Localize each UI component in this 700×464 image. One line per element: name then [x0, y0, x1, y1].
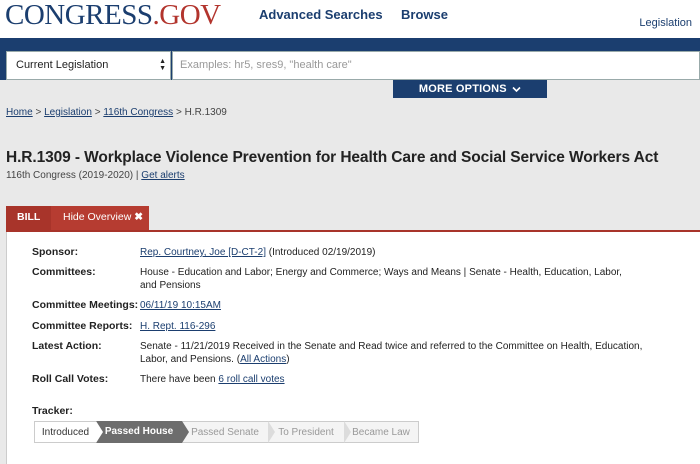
committee-reports-value: H. Rept. 116-296	[140, 320, 215, 333]
roll-call-votes-value: There have been 6 roll call votes	[140, 373, 285, 386]
bill-tracker: Introduced Passed House Passed Senate To…	[34, 421, 419, 443]
roll-call-prefix: There have been	[140, 374, 216, 385]
roll-call-votes-label: Roll Call Votes:	[32, 373, 109, 385]
breadcrumb-separator: >	[94, 107, 101, 118]
tracker-step-introduced: Introduced	[34, 421, 96, 443]
logo-text-congress: CONGRESS	[5, 0, 153, 31]
tracker-step-passed-senate: Passed Senate	[182, 421, 268, 443]
congress-gov-logo[interactable]: CONGRESS.GOV	[5, 0, 221, 30]
committee-meeting-link[interactable]: 06/11/19 10:15AM	[140, 300, 221, 311]
sponsor-value: Rep. Courtney, Joe [D-CT-2] (Introduced …	[140, 246, 376, 259]
hide-overview-label: Hide Overview	[63, 211, 132, 223]
committee-reports-label: Committee Reports:	[32, 320, 133, 332]
tracker-chevron	[344, 421, 351, 443]
bill-overview-panel: Sponsor: Rep. Courtney, Joe [D-CT-2] (In…	[6, 232, 700, 464]
tracker-chevron	[96, 421, 103, 443]
get-alerts-link[interactable]: Get alerts	[141, 170, 184, 181]
tracker-step-to-president: To President	[268, 421, 344, 443]
breadcrumb-current: H.R.1309	[184, 107, 227, 118]
search-placeholder: Examples: hr5, sres9, "health care"	[180, 59, 352, 71]
breadcrumb-home[interactable]: Home	[6, 107, 33, 118]
congress-session-line: 116th Congress (2019-2020) | Get alerts	[6, 170, 185, 181]
nav-browse[interactable]: Browse	[401, 7, 448, 22]
breadcrumb-separator: >	[175, 107, 182, 118]
sponsor-link[interactable]: Rep. Courtney, Joe [D-CT-2]	[140, 247, 266, 258]
tracker-chevron	[268, 421, 275, 443]
breadcrumb: Home > Legislation > 116th Congress > H.…	[6, 107, 227, 118]
congress-session: 116th Congress (2019-2020)	[6, 170, 134, 181]
tracker-step-passed-house: Passed House	[96, 421, 182, 443]
tracker-label: Tracker:	[32, 405, 73, 417]
latest-action-label: Latest Action:	[32, 340, 102, 352]
committees-label: Committees:	[32, 266, 96, 278]
close-icon: ✖	[134, 211, 144, 223]
select-arrows-icon: ▲ ▼	[159, 58, 166, 72]
breadcrumb-congress[interactable]: 116th Congress	[103, 107, 173, 118]
sponsor-introduced-date: (Introduced 02/19/2019)	[268, 247, 376, 258]
more-options-button[interactable]: MORE OPTIONS	[393, 80, 547, 98]
latest-action-value: Senate - 11/21/2019 Received in the Sena…	[140, 341, 643, 365]
sponsor-label: Sponsor:	[32, 246, 79, 258]
all-actions-link[interactable]: All Actions	[240, 354, 286, 365]
chevron-down-icon	[512, 86, 521, 92]
separator: |	[135, 170, 139, 181]
page-title: H.R.1309 - Workplace Violence Prevention…	[6, 149, 659, 166]
roll-call-votes-link[interactable]: 6 roll call votes	[218, 374, 284, 385]
nav-legislation-link[interactable]: Legislation	[639, 17, 692, 29]
breadcrumb-separator: >	[35, 107, 42, 118]
nav-advanced-searches[interactable]: Advanced Searches	[259, 7, 383, 22]
tab-bill[interactable]: BILL	[6, 206, 51, 230]
committee-meetings-label: Committee Meetings:	[32, 299, 139, 311]
committees-value: House - Education and Labor; Energy and …	[140, 267, 622, 291]
tracker-step-became-law: Became Law	[344, 421, 419, 443]
tracker-chevron	[182, 421, 189, 443]
site-header: CONGRESS.GOV Advanced Searches Browse Le…	[0, 0, 700, 38]
search-scope-value: Current Legislation	[16, 59, 109, 71]
logo-text-gov: .GOV	[152, 0, 222, 31]
more-options-label: MORE OPTIONS	[418, 83, 507, 95]
breadcrumb-legislation[interactable]: Legislation	[44, 107, 92, 118]
latest-action-text: Senate - 11/21/2019 Received in the Sena…	[140, 341, 643, 365]
search-input[interactable]: Examples: hr5, sres9, "health care"	[172, 51, 700, 80]
search-scope-select[interactable]: Current Legislation ▲ ▼	[6, 51, 171, 80]
hide-overview-button[interactable]: Hide Overview ✖	[51, 206, 149, 230]
committee-report-link[interactable]: H. Rept. 116-296	[140, 321, 215, 332]
committee-meetings-value: 06/11/19 10:15AM	[140, 299, 221, 312]
